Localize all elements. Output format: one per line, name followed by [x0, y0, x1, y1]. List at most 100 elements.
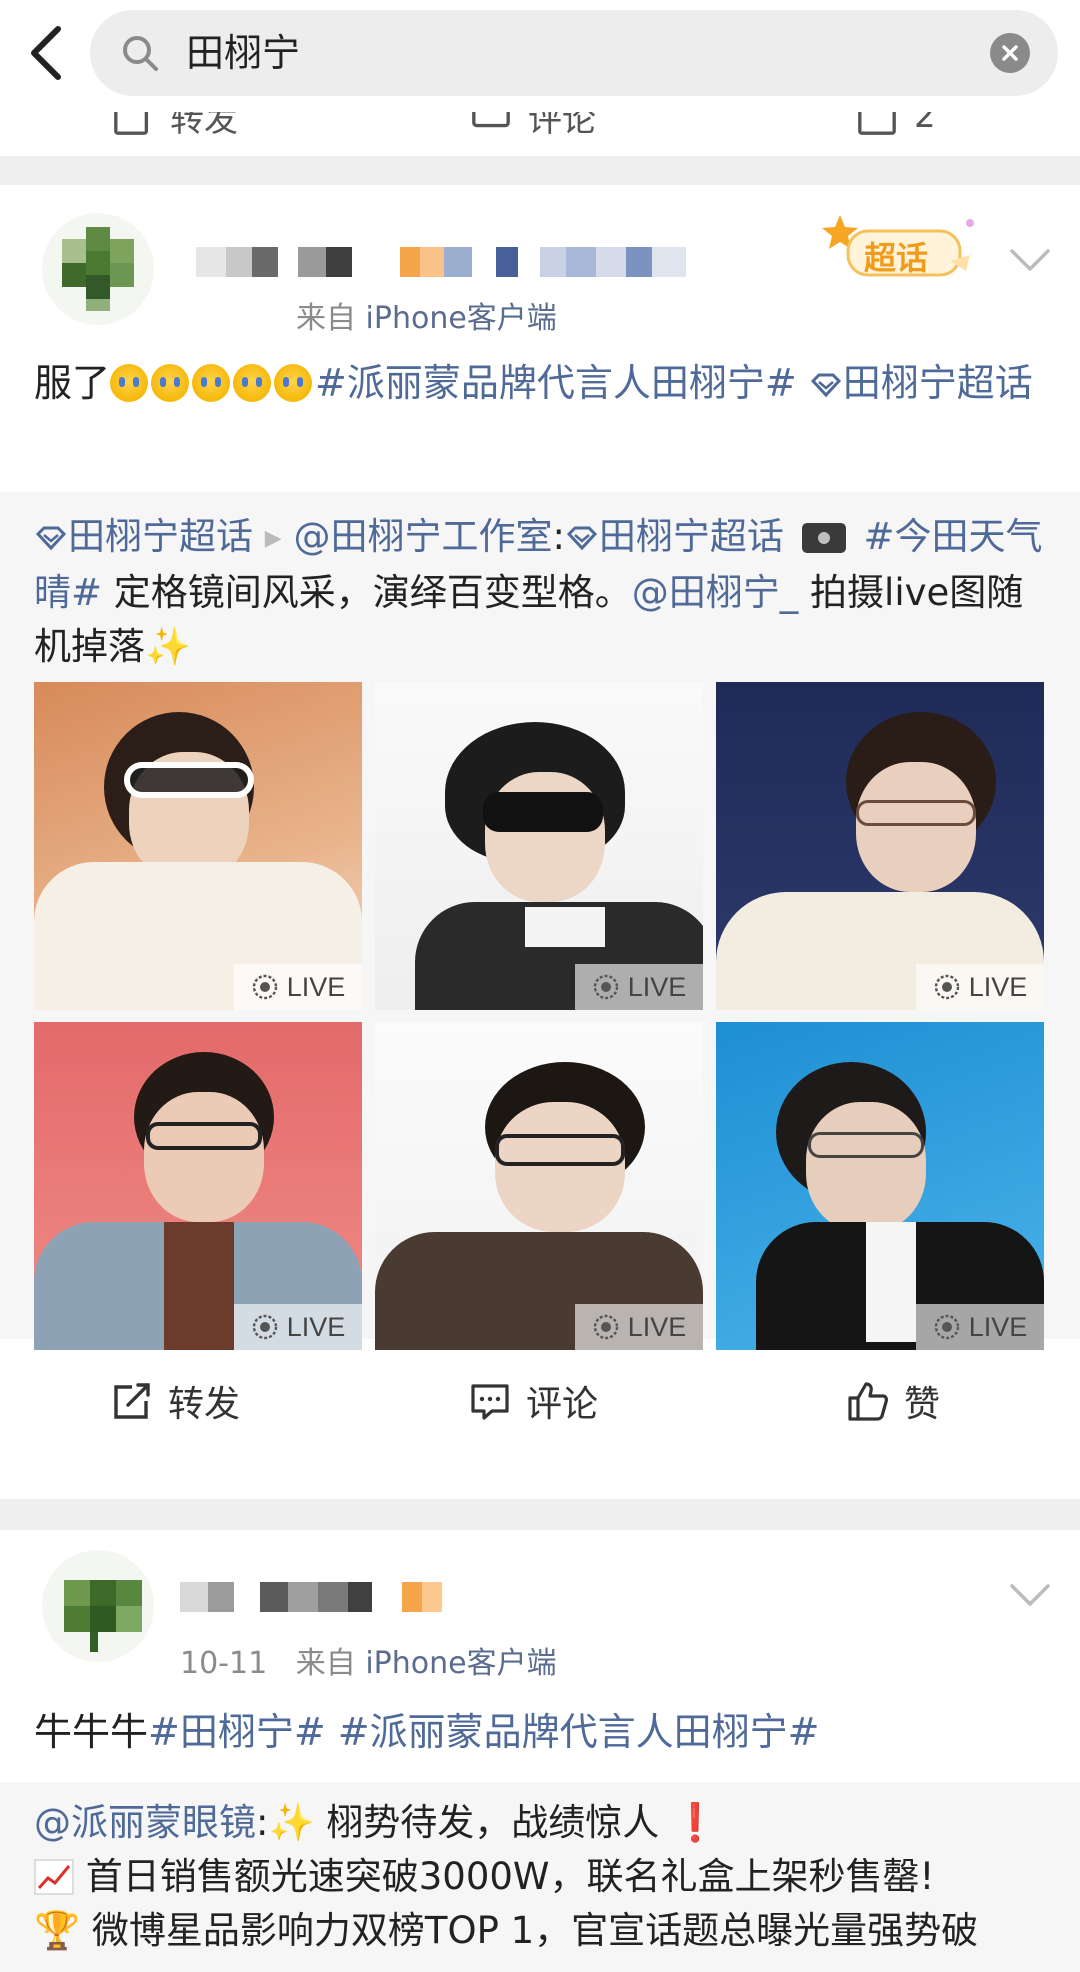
chart-up-icon — [34, 1859, 74, 1895]
post-meta: 来自 iPhone客户端 — [296, 293, 557, 337]
avatar[interactable] — [42, 1550, 154, 1662]
comment-button[interactable]: 评论 — [468, 1351, 598, 1451]
username[interactable] — [196, 247, 706, 277]
live-label: LIVE — [627, 1311, 687, 1342]
repost-button[interactable]: 转发 — [110, 1351, 240, 1451]
post-meta: 10-11 来自 iPhone客户端 — [180, 1638, 557, 1682]
supertopic-diamond-icon — [35, 526, 67, 551]
supertopic-link[interactable]: 田栩宁超话 — [809, 361, 1033, 405]
supertopic-link[interactable]: 田栩宁超话 — [34, 515, 253, 558]
supertopic-badge[interactable]: 超话 — [820, 209, 990, 293]
post-actions: 转发 评论 赞 — [0, 1351, 1080, 1451]
crying-emoji-row — [110, 361, 315, 417]
repost-block[interactable]: @派丽蒙眼镜:✨ 栩势待发，战绩惊人 ❗ 首日销售额光速突破3000W，联名礼盒… — [0, 1782, 1080, 1972]
username[interactable] — [180, 1582, 450, 1612]
crying-face-icon — [110, 364, 149, 402]
repost-line: 🏆 微博星品影响力双榜TOP 1，官宣话题总曝光量强势破 — [34, 1904, 1044, 1958]
live-badge: LIVE — [575, 1304, 703, 1350]
supertopic-label: 田栩宁超话 — [842, 361, 1033, 405]
post-text-plain: 服了 — [34, 361, 111, 405]
prev-like-action[interactable]: 2 — [856, 112, 936, 140]
mention-link[interactable]: @田栩宁_ — [632, 571, 799, 614]
crying-face-icon — [192, 364, 231, 402]
comment-icon — [471, 1384, 509, 1420]
post-card: 10-11 来自 iPhone客户端 牛牛牛#田栩宁# #派丽蒙品牌代言人田栩宁… — [0, 1530, 1080, 1972]
prev-comment-action[interactable]: 评论 — [470, 112, 596, 140]
photo-thumbnail[interactable]: LIVE — [34, 1022, 362, 1350]
live-icon — [934, 1314, 959, 1340]
chevron-down-icon[interactable] — [1008, 245, 1052, 275]
meta-prefix: 来自 — [296, 301, 356, 336]
comment-label: 评论 — [526, 1384, 599, 1425]
mention-link[interactable]: @田栩宁工作室 — [293, 515, 552, 558]
meta-prefix: 来自 — [295, 1646, 356, 1681]
supertopic-link[interactable]: 田栩宁超话 — [565, 515, 784, 558]
live-label: LIVE — [627, 971, 687, 1002]
hashtag-link[interactable]: #派丽蒙品牌代言人田栩宁# — [338, 1710, 820, 1754]
search-input[interactable]: 田栩宁 — [90, 10, 1058, 96]
prev-repost-action[interactable]: 转发 — [112, 112, 238, 140]
like-icon — [858, 112, 896, 135]
photo-thumbnail[interactable]: LIVE — [375, 682, 703, 1010]
avatar[interactable] — [42, 213, 154, 325]
clear-search-button[interactable] — [990, 33, 1030, 73]
repost-block[interactable]: 田栩宁超话 ▶ @田栩宁工作室: 田栩宁超话 #今田天气晴# 定格镜间风采，演绎百… — [0, 492, 1080, 1350]
live-label: LIVE — [286, 1311, 346, 1342]
repost-line-3: 微博星品影响力双榜TOP 1，官宣话题总曝光量强势破 — [91, 1909, 979, 1952]
photo-thumbnail[interactable]: LIVE — [716, 1022, 1044, 1350]
live-icon — [593, 974, 618, 1000]
photo-grid: LIVE LIVE LIVE LIVE LIVE LIVE — [34, 682, 1044, 1350]
live-badge: LIVE — [234, 1304, 362, 1350]
hashtag-link[interactable]: #派丽蒙品牌代言人田栩宁# — [315, 361, 797, 405]
meta-source: iPhone客户端 — [365, 1646, 557, 1681]
supertopic-label: 田栩宁超话 — [598, 515, 784, 558]
repost-icon — [114, 112, 149, 135]
repost-line: 首日销售额光速突破3000W，联名礼盒上架秒售罄! — [34, 1850, 1044, 1904]
sparkles-icon: ✨ — [268, 1801, 315, 1844]
supertopic-diamond-icon — [810, 373, 841, 398]
live-badge: LIVE — [575, 964, 703, 1010]
live-badge: LIVE — [916, 964, 1044, 1010]
live-icon — [934, 974, 959, 1000]
crying-face-icon — [274, 364, 313, 402]
repost-icon — [114, 1383, 150, 1419]
crying-face-icon — [151, 364, 190, 402]
repost-line-1: 栩势待发，战绩惊人 — [326, 1801, 660, 1844]
repost-text: @派丽蒙眼镜:✨ 栩势待发，战绩惊人 ❗ 首日销售额光速突破3000W，联名礼盒… — [34, 1796, 1044, 1958]
chevron-down-icon[interactable] — [1008, 1580, 1052, 1610]
badge-label: 超话 — [864, 239, 929, 277]
back-arrow-icon — [31, 26, 61, 80]
top-bar: 田栩宁 — [0, 0, 1080, 112]
sparkles-icon: ✨ — [145, 625, 192, 668]
live-label: LIVE — [968, 971, 1028, 1002]
photo-thumbnail[interactable]: LIVE — [34, 682, 362, 1010]
exclamation-icon: ❗ — [659, 1801, 719, 1844]
crying-face-icon — [233, 364, 272, 402]
supertopic-label: 田栩宁超话 — [68, 515, 253, 558]
meta-source: iPhone客户端 — [365, 301, 557, 336]
repost-line-2: 首日销售额光速突破3000W，联名礼盒上架秒售罄! — [85, 1855, 935, 1898]
back-button[interactable] — [18, 22, 74, 84]
hashtag-link[interactable]: #田栩宁# — [148, 1710, 326, 1754]
photo-thumbnail[interactable]: LIVE — [716, 682, 1044, 1010]
comment-icon — [472, 112, 510, 128]
search-icon — [123, 36, 158, 71]
post-text: 牛牛牛#田栩宁# #派丽蒙品牌代言人田栩宁# — [34, 1704, 1044, 1760]
live-icon — [252, 1314, 277, 1340]
arrow-right-icon: ▶ — [264, 526, 282, 551]
post-separator — [0, 156, 1080, 187]
photo-thumbnail[interactable]: LIVE — [375, 1022, 703, 1350]
supertopic-diamond-icon — [566, 526, 598, 551]
live-badge: LIVE — [916, 1304, 1044, 1350]
live-label: LIVE — [968, 1311, 1028, 1342]
mention-link[interactable]: @派丽蒙眼镜 — [34, 1801, 256, 1844]
repost-label: 转发 — [168, 1384, 241, 1425]
prev-comment-label: 评论 — [528, 112, 596, 140]
live-label: LIVE — [286, 971, 346, 1002]
live-badge: LIVE — [234, 964, 362, 1010]
post-separator — [0, 1499, 1080, 1530]
live-icon — [252, 974, 277, 1000]
like-button[interactable]: 赞 — [846, 1351, 940, 1451]
like-label: 赞 — [904, 1384, 941, 1425]
live-icon — [593, 1314, 618, 1340]
